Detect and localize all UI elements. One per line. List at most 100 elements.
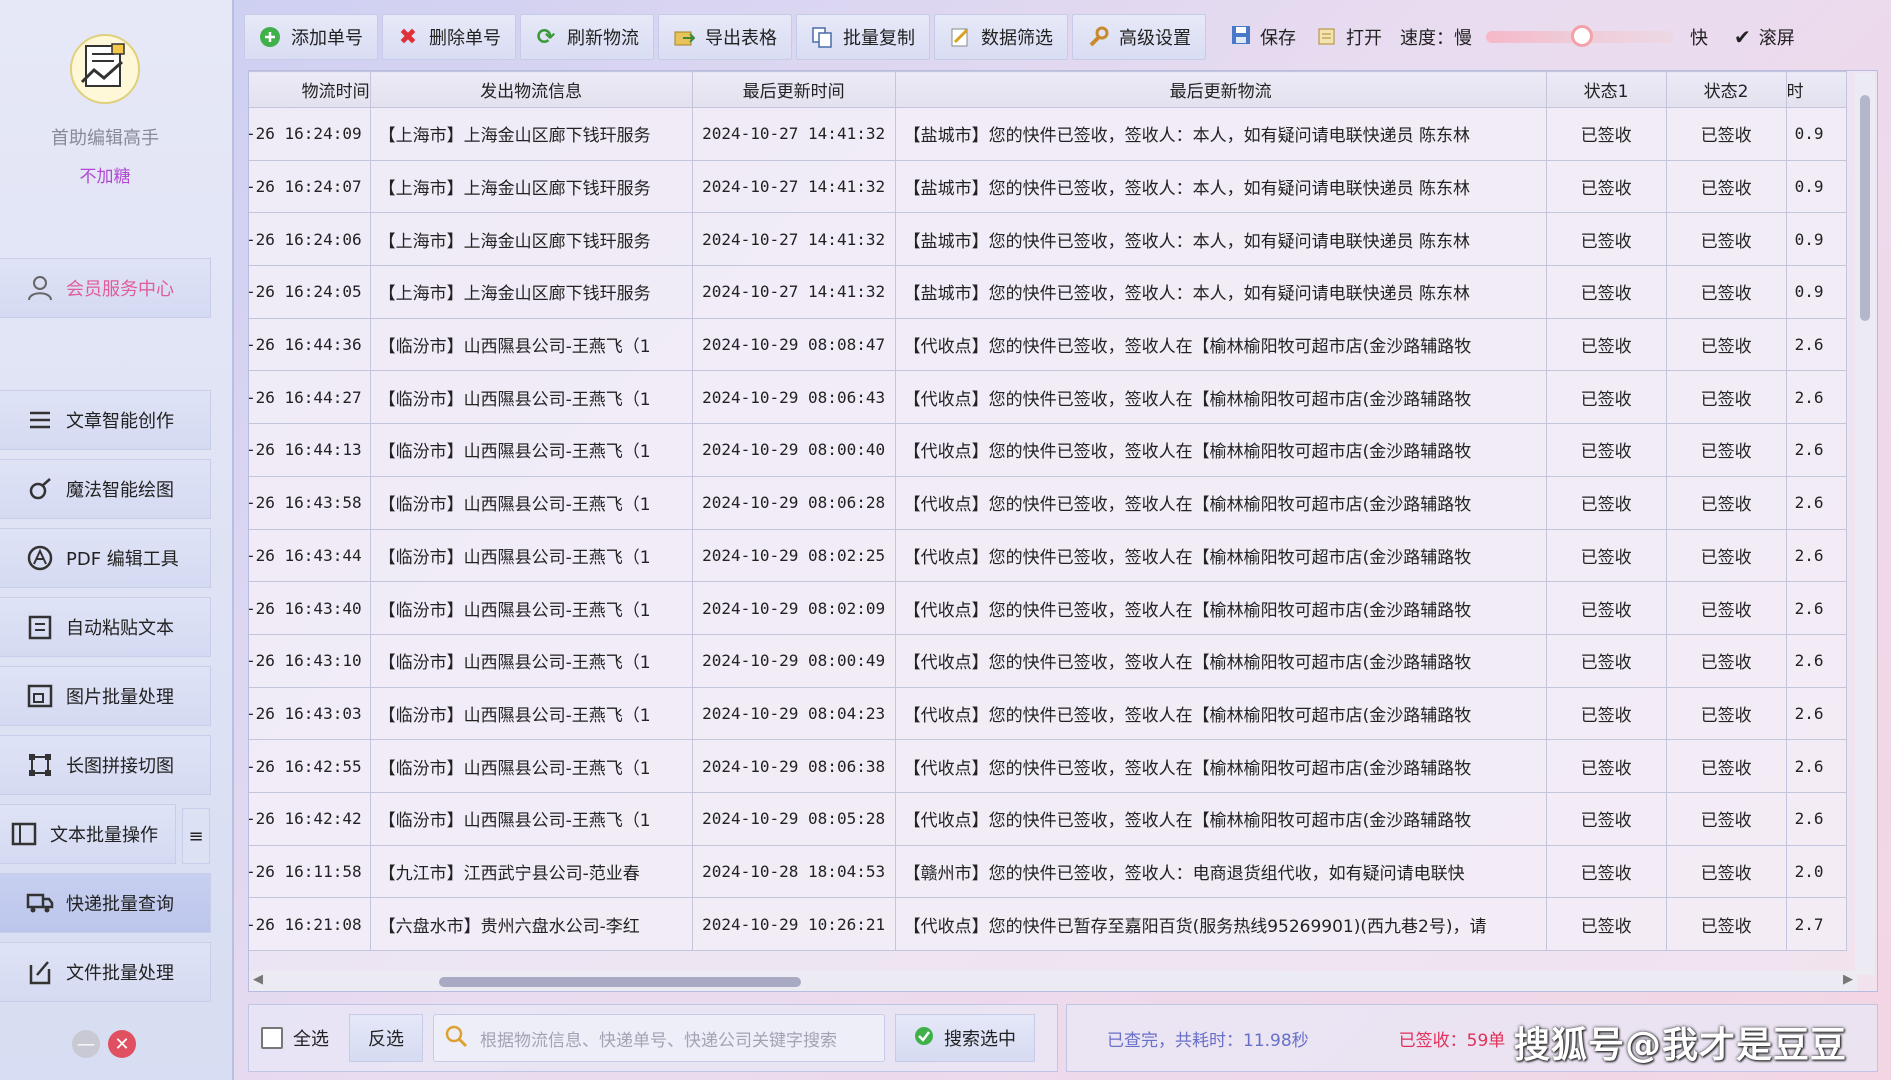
add-tracking-button[interactable]: 添加单号 <box>244 14 378 60</box>
data-filter-button[interactable]: 数据筛选 <box>934 14 1068 60</box>
table-cell: 已签收 <box>1665 370 1787 425</box>
close-button[interactable]: ✕ <box>108 1030 136 1058</box>
table-cell: 已签收 <box>1545 475 1667 530</box>
column-header[interactable]: 物流时间 <box>249 71 371 108</box>
advanced-settings-button[interactable]: 高级设置 <box>1072 14 1206 60</box>
sidebar-item-label: 文件批量处理 <box>66 963 174 984</box>
table-cell: 2024-10-27 14:41:32 <box>691 212 896 267</box>
sidebar-item-express[interactable]: 快递批量查询 <box>0 873 211 933</box>
select-all-checkbox[interactable] <box>261 1027 283 1049</box>
table-row[interactable]: -26 16:11:58 【九江市】江西武宁县公司-范业春 2024-10-28 1… <box>249 844 1847 899</box>
sidebar-item-label: PDF 编辑工具 <box>66 549 179 570</box>
sidebar-item-drawing[interactable]: 魔法智能绘图 <box>0 459 211 519</box>
table-cell: 2.7 <box>1785 897 1847 951</box>
delete-tracking-label: 删除单号 <box>429 28 501 49</box>
truck-icon <box>26 889 54 917</box>
table-row[interactable]: -26 16:44:36 【临汾市】山西隰县公司-王燕飞（1 2024-10-29 … <box>249 317 1847 372</box>
refresh-logistics-button[interactable]: ⟳ 刷新物流 <box>520 14 654 60</box>
sidebar-item-image[interactable]: 图片批量处理 <box>0 666 211 726</box>
speed-slider-handle[interactable] <box>1570 25 1593 47</box>
table-cell: -26 16:44:13 <box>249 423 371 477</box>
user-icon <box>26 274 54 302</box>
table-cell: 【代收点】您的快件已签收，签收人在【榆林榆阳牧可超市店(金沙路辅路牧 <box>894 475 1547 530</box>
table-row[interactable]: -26 16:24:07 【上海市】上海金山区廊下钱玕服务 2024-10-27 1… <box>249 159 1847 214</box>
minimize-button[interactable]: — <box>72 1030 100 1058</box>
menu-toggle-button[interactable]: ≡ <box>182 808 210 864</box>
table-row[interactable]: -26 16:44:27 【临汾市】山西隰县公司-王燕飞（1 2024-10-29 … <box>249 370 1847 425</box>
scroll-right-icon[interactable]: ▶ <box>1843 972 1853 987</box>
table-cell: -26 16:43:40 <box>249 581 371 635</box>
table-cell: 已签收 <box>1545 791 1667 846</box>
table-row[interactable]: -26 16:24:09 【上海市】上海金山区廊下钱玕服务 2024-10-27 1… <box>249 107 1847 161</box>
column-header[interactable]: 发出物流信息 <box>369 71 693 108</box>
member-center-button[interactable]: 会员服务中心 <box>0 258 211 318</box>
table-row[interactable]: -26 16:24:05 【上海市】上海金山区廊下钱玕服务 2024-10-27 1… <box>249 265 1847 319</box>
table-cell: 【盐城市】您的快件已签收，签收人：本人，如有疑问请电联快递员 陈东林 <box>894 265 1547 319</box>
table-cell: -26 16:43:58 <box>249 475 371 530</box>
search-selected-label: 搜索选中 <box>944 1029 1016 1050</box>
save-label: 保存 <box>1260 28 1296 49</box>
table-cell: 已签收 <box>1545 212 1667 267</box>
speed-slider[interactable] <box>1486 25 1674 47</box>
table-row[interactable]: -26 16:44:13 【临汾市】山西隰县公司-王燕飞（1 2024-10-29 … <box>249 423 1847 477</box>
sidebar-item-filebatch[interactable]: 文件批量处理 <box>0 942 211 1002</box>
scroll-left-icon[interactable]: ◀ <box>253 972 263 987</box>
horizontal-scroll-thumb[interactable] <box>439 977 801 987</box>
column-header[interactable]: 状态1 <box>1545 71 1667 108</box>
watermark-text: 搜狐号@我才是豆豆 <box>1513 1025 1847 1066</box>
select-all-label[interactable]: 全选 <box>293 1025 329 1051</box>
table-cell: 【盐城市】您的快件已签收，签收人：本人，如有疑问请电联快递员 陈东林 <box>894 107 1547 161</box>
table-cell: 0.9 <box>1785 107 1847 161</box>
search-input[interactable]: 根据物流信息、快递单号、快递公司关键字搜索 <box>433 1014 885 1062</box>
image-icon <box>26 682 54 710</box>
table-row[interactable]: -26 16:43:03 【临汾市】山西隰县公司-王燕飞（1 2024-10-29 … <box>249 686 1847 741</box>
member-center-label: 会员服务中心 <box>66 279 174 300</box>
table-row[interactable]: -26 16:21:08 【六盘水市】贵州六盘水公司-李红 2024-10-29 1… <box>249 897 1847 951</box>
table-row[interactable]: -26 16:24:06 【上海市】上海金山区廊下钱玕服务 2024-10-27 1… <box>249 212 1847 267</box>
table-cell: 2024-10-29 10:26:21 <box>691 897 896 951</box>
crop-icon <box>26 751 54 779</box>
table-cell: 2.0 <box>1785 844 1847 899</box>
table-row[interactable]: -26 16:43:58 【临汾市】山西隰县公司-王燕飞（1 2024-10-29 … <box>249 475 1847 530</box>
search-selected-button[interactable]: 搜索选中 <box>895 1014 1035 1062</box>
table-row[interactable]: -26 16:42:42 【临汾市】山西隰县公司-王燕飞（1 2024-10-29 … <box>249 791 1847 846</box>
table-cell: 2024-10-29 08:02:09 <box>691 581 896 635</box>
sidebar-item-longimage[interactable]: 长图拼接切图 <box>0 735 211 795</box>
open-icon <box>1316 24 1338 51</box>
sidebar-item-pdf[interactable]: PDF 编辑工具 <box>0 528 211 588</box>
table-cell: 已签收 <box>1545 897 1667 951</box>
vertical-scrollbar[interactable] <box>1855 73 1875 975</box>
auto-scroll-toggle[interactable]: ✔ 滚屏 <box>1734 24 1795 50</box>
batch-copy-button[interactable]: 批量复制 <box>796 14 930 60</box>
app-name: 首助编辑高手 <box>51 128 159 149</box>
table-row[interactable]: -26 16:43:44 【临汾市】山西隰县公司-王燕飞（1 2024-10-29 … <box>249 528 1847 583</box>
table-cell: 【代收点】您的快件已签收，签收人在【榆林榆阳牧可超市店(金沙路辅路牧 <box>894 633 1547 688</box>
table-cell: 2.6 <box>1785 791 1847 846</box>
horizontal-scrollbar[interactable]: ◀ ▶ <box>249 971 1857 991</box>
column-header[interactable]: 最后更新物流 <box>894 71 1547 108</box>
open-button[interactable]: 打开 <box>1316 24 1382 51</box>
save-button[interactable]: 保存 <box>1230 24 1296 51</box>
toolbar: 添加单号 ✖ 删除单号 ⟳ 刷新物流 导出表格 批量复制 数据筛选 高级设置 保… <box>244 12 1884 62</box>
table-cell: 已签收 <box>1665 633 1787 688</box>
export-table-button[interactable]: 导出表格 <box>658 14 792 60</box>
column-header[interactable]: 状态2 <box>1665 71 1787 108</box>
delete-tracking-button[interactable]: ✖ 删除单号 <box>382 14 516 60</box>
export-icon <box>673 26 695 48</box>
sidebar-item-label: 魔法智能绘图 <box>66 480 174 501</box>
sidebar-item-article[interactable]: 文章智能创作 <box>0 390 211 450</box>
table-cell: 2024-10-29 08:02:25 <box>691 528 896 583</box>
save-icon <box>1230 24 1252 51</box>
vertical-scroll-thumb[interactable] <box>1860 95 1870 321</box>
sidebar-item-textbatch[interactable]: 文本批量操作 <box>0 804 176 864</box>
sidebar-item-paste[interactable]: 自动粘贴文本 <box>0 597 211 657</box>
table-row[interactable]: -26 16:42:55 【临汾市】山西隰县公司-王燕飞（1 2024-10-29 … <box>249 739 1847 793</box>
table-row[interactable]: -26 16:43:40 【临汾市】山西隰县公司-王燕飞（1 2024-10-29 … <box>249 581 1847 635</box>
table-cell: -26 16:42:55 <box>249 739 371 793</box>
table-row[interactable]: -26 16:43:10 【临汾市】山西隰县公司-王燕飞（1 2024-10-29 … <box>249 633 1847 688</box>
column-header[interactable]: 时 <box>1785 71 1847 108</box>
invert-selection-button[interactable]: 反选 <box>349 1014 423 1062</box>
table-header-row: 物流时间 发出物流信息 最后更新时间 最后更新物流 状态1 状态2 时 <box>249 71 1847 108</box>
table-cell: 已签收 <box>1665 739 1787 793</box>
column-header[interactable]: 最后更新时间 <box>691 71 896 108</box>
